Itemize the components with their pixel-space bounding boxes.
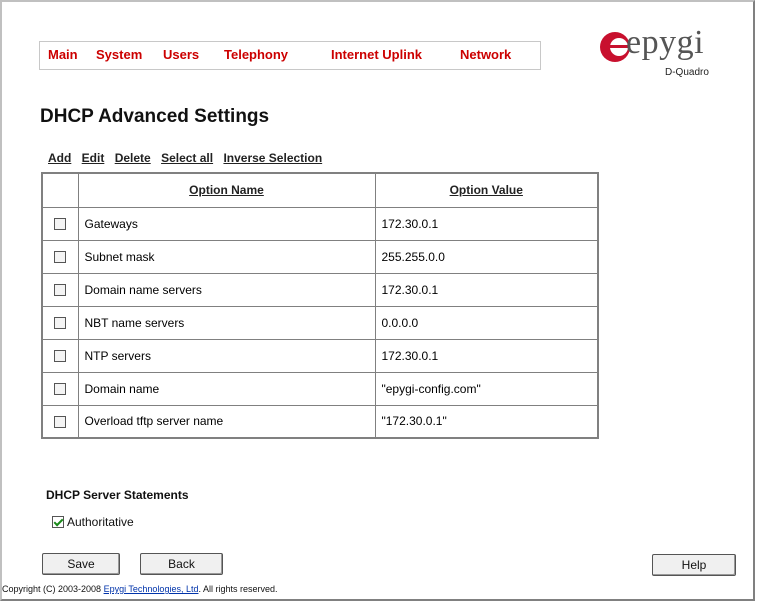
- table-row: Domain name "epygi-config.com": [41, 371, 599, 406]
- row-checkbox[interactable]: [54, 317, 67, 330]
- help-button[interactable]: Help: [652, 554, 736, 576]
- company-link[interactable]: Epygi Technologies, Ltd: [104, 584, 199, 594]
- option-value-cell: "epygi-config.com": [374, 371, 599, 406]
- option-name-cell: NBT name servers: [77, 305, 376, 340]
- table-row: Domain name servers 172.30.0.1: [41, 272, 599, 307]
- select-column-header: [41, 172, 79, 208]
- nav-system[interactable]: System: [96, 47, 142, 62]
- option-value-cell: 172.30.0.1: [374, 338, 599, 373]
- epygi-logo: epygi D-Quadro: [598, 22, 728, 82]
- logo-model: D-Quadro: [665, 67, 709, 78]
- top-nav: Main System Users Telephony Internet Upl…: [39, 41, 541, 70]
- option-value-cell: "172.30.0.1": [374, 404, 599, 439]
- option-value-cell: 255.255.0.0: [374, 239, 599, 274]
- option-name-cell: Subnet mask: [77, 239, 376, 274]
- option-value-cell: 172.30.0.1: [374, 272, 599, 307]
- nav-network[interactable]: Network: [460, 47, 511, 62]
- option-name-cell: Overload tftp server name: [77, 404, 376, 439]
- row-checkbox[interactable]: [54, 383, 67, 396]
- option-value-cell: 172.30.0.1: [374, 206, 599, 241]
- option-value-header[interactable]: Option Value: [374, 172, 599, 208]
- row-checkbox[interactable]: [54, 350, 67, 363]
- table-row: Subnet mask 255.255.0.0: [41, 239, 599, 274]
- table-actions: Add Edit Delete Select all Inverse Selec…: [48, 151, 329, 165]
- authoritative-option: Authoritative: [52, 515, 134, 529]
- select-all-link[interactable]: Select all: [161, 151, 213, 165]
- nav-internet-uplink[interactable]: Internet Uplink: [331, 47, 422, 62]
- delete-link[interactable]: Delete: [115, 151, 151, 165]
- option-name-cell: Domain name: [77, 371, 376, 406]
- save-button[interactable]: Save: [42, 553, 120, 575]
- options-table: Option Name Option Value Gateways 172.30…: [41, 172, 599, 439]
- logo-wordmark: epygi: [626, 24, 705, 61]
- option-name-cell: Domain name servers: [77, 272, 376, 307]
- row-checkbox[interactable]: [54, 218, 67, 231]
- row-checkbox[interactable]: [54, 416, 67, 429]
- table-row: Overload tftp server name "172.30.0.1": [41, 404, 599, 439]
- dhcp-server-statements-heading: DHCP Server Statements: [46, 488, 189, 502]
- table-row: Gateways 172.30.0.1: [41, 206, 599, 241]
- page-title: DHCP Advanced Settings: [40, 106, 270, 127]
- edit-link[interactable]: Edit: [82, 151, 105, 165]
- option-name-header[interactable]: Option Name: [77, 172, 376, 208]
- nav-users[interactable]: Users: [163, 47, 199, 62]
- back-button[interactable]: Back: [140, 553, 223, 575]
- table-header-row: Option Name Option Value: [41, 172, 599, 208]
- copyright-prefix: Copyright (C) 2003-2008: [2, 584, 104, 594]
- copyright-suffix: . All rights reserved.: [198, 584, 278, 594]
- copyright-footer: Copyright (C) 2003-2008 Epygi Technologi…: [2, 584, 278, 594]
- table-row: NBT name servers 0.0.0.0: [41, 305, 599, 340]
- authoritative-checkbox[interactable]: [52, 516, 64, 528]
- nav-telephony[interactable]: Telephony: [224, 47, 288, 62]
- option-value-cell: 0.0.0.0: [374, 305, 599, 340]
- add-link[interactable]: Add: [48, 151, 71, 165]
- nav-main[interactable]: Main: [48, 47, 78, 62]
- authoritative-label: Authoritative: [67, 515, 134, 529]
- row-checkbox[interactable]: [54, 251, 67, 264]
- inverse-selection-link[interactable]: Inverse Selection: [223, 151, 322, 165]
- row-checkbox[interactable]: [54, 284, 67, 297]
- option-name-cell: Gateways: [77, 206, 376, 241]
- table-row: NTP servers 172.30.0.1: [41, 338, 599, 373]
- option-name-cell: NTP servers: [77, 338, 376, 373]
